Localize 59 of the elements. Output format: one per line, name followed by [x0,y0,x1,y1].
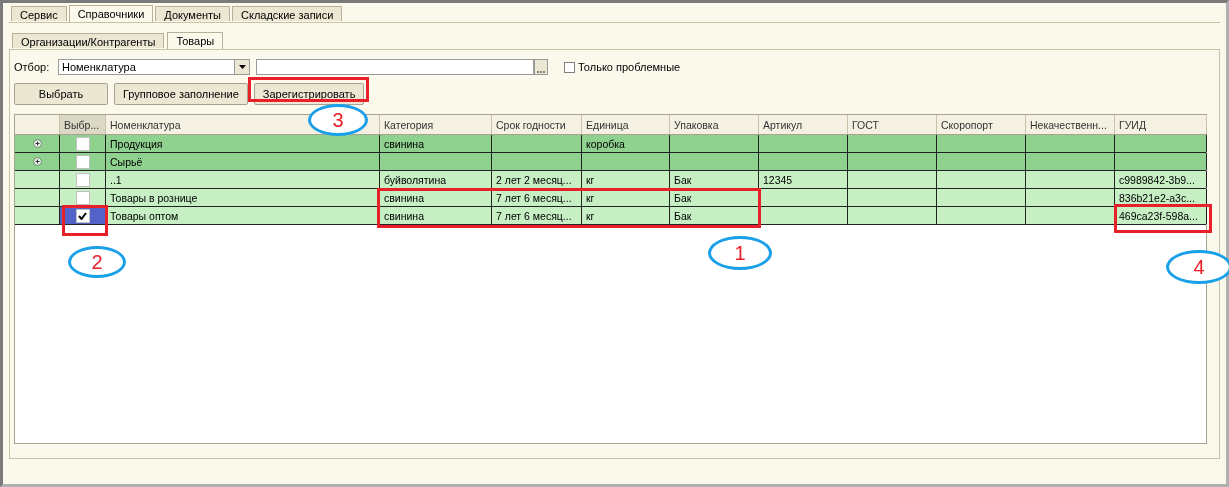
column-header[interactable]: Артикул [759,115,848,134]
column-header[interactable]: Скоропорт [937,115,1026,134]
table-cell: 2 лет 2 месяц... [496,173,572,186]
tab[interactable]: Сервис [11,6,67,21]
filter-dropdown[interactable]: Номенклатура [58,59,250,75]
table-cell: c9989842-3b9... [1119,173,1195,186]
table-cell: 836b21e2-a3c... [1119,191,1195,204]
tab[interactable]: Товары [167,32,224,49]
table-cell: 7 лет 6 месяц... [496,191,572,204]
table-cell: Бак [674,209,692,222]
table-cell: 7 лет 6 месяц... [496,209,572,222]
toolbar-button[interactable]: Выбрать [14,83,108,105]
column-header[interactable]: ГОСТ [848,115,937,134]
expand-icon[interactable] [32,139,42,148]
table-cell: кг [586,191,595,204]
tab[interactable]: Документы [155,6,230,21]
tab[interactable]: Организации/Контрагенты [12,33,165,48]
table-cell: Бак [674,173,692,186]
table-cell: ..1 [110,173,122,186]
checkbox[interactable] [75,208,90,223]
column-header[interactable]: Упаковка [670,115,759,134]
dropdown-arrow-icon [238,65,246,69]
checkbox[interactable] [564,61,575,73]
column-header[interactable]: Выбр... [60,115,106,134]
column-header[interactable]: ГУИД [1115,115,1207,134]
checkbox[interactable] [75,136,90,151]
table-cell: Товары оптом [110,209,179,222]
table-cell: кг [586,209,595,222]
table-cell: 12345 [763,173,793,186]
column-header[interactable]: Единица [582,115,670,134]
ellipsis-icon [537,70,545,74]
highlight-frame [62,205,108,236]
checkbox[interactable] [75,172,90,187]
check-icon [78,211,87,220]
table-cell: коробка [586,137,625,150]
column-header[interactable]: Срок годности [492,115,582,134]
table-cell: Продукция [110,137,163,150]
table-cell: свинина [384,191,424,204]
table-cell: Сырьё [110,155,143,168]
column-header[interactable]: Некачественн... [1026,115,1115,134]
table-cell: 469ca23f-598a... [1119,209,1198,222]
tab[interactable]: Складские записи [232,6,343,21]
table-cell: Бак [674,191,692,204]
ellipsis-button[interactable] [534,59,548,75]
filter-label: Отбор: [14,61,51,73]
table-cell: свинина [384,137,424,150]
toolbar-button[interactable]: Групповое заполнение [114,83,248,105]
filter-value-field[interactable] [256,59,534,75]
column-header[interactable]: Категория [380,115,492,134]
checkbox[interactable] [75,190,90,205]
tab[interactable]: Справочники [68,5,154,22]
table-cell: Товары в рознице [110,191,198,204]
table-cell: кг [586,173,595,186]
table-cell: буйволятина [384,173,447,186]
checkbox[interactable] [75,154,90,169]
table-cell: свинина [384,209,424,222]
expand-icon[interactable] [32,157,42,166]
callout-number: 4 [1166,250,1229,284]
checkbox-label: Только проблемные [578,61,681,73]
